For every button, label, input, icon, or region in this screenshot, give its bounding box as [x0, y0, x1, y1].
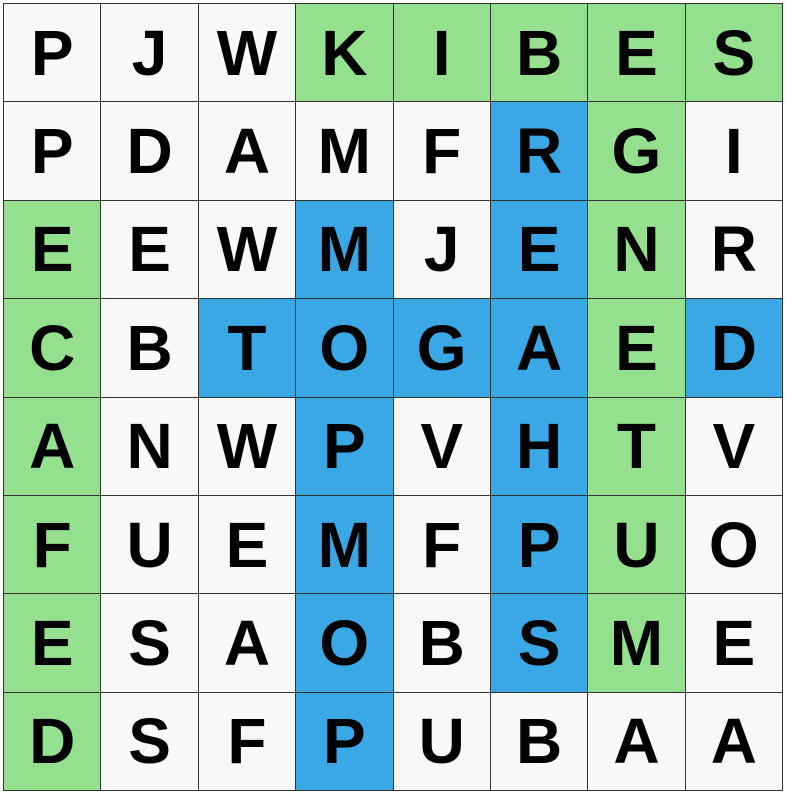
grid-cell-r6-c1[interactable]: F: [4, 495, 102, 595]
grid-cell-r3-c5[interactable]: J: [393, 200, 491, 300]
grid-cell-r4-c4[interactable]: O: [296, 299, 394, 398]
grid-cell-r6-c2[interactable]: U: [101, 495, 199, 595]
grid-cell-r2-c8[interactable]: I: [685, 102, 783, 201]
grid-cell-r5-c7[interactable]: T: [588, 397, 686, 496]
grid-cell-r6-c6[interactable]: P: [490, 495, 589, 595]
grid-cell-r3-c4[interactable]: M: [296, 200, 394, 300]
grid-cell-r5-c6[interactable]: H: [490, 397, 589, 496]
grid-cell-r5-c1[interactable]: A: [4, 397, 102, 496]
grid-cell-r2-c1[interactable]: P: [4, 102, 102, 201]
grid-cell-r7-c5[interactable]: B: [393, 594, 491, 693]
grid-cell-r7-c2[interactable]: S: [101, 594, 199, 693]
grid-cell-r8-c7[interactable]: A: [588, 692, 686, 791]
grid-cell-r5-c3[interactable]: W: [198, 397, 297, 496]
grid-cell-r2-c6[interactable]: R: [490, 102, 589, 201]
grid-cell-r8-c8[interactable]: A: [685, 692, 783, 791]
grid-cell-r8-c3[interactable]: F: [198, 692, 297, 791]
grid-cell-r2-c2[interactable]: D: [101, 102, 199, 201]
grid-cell-r3-c8[interactable]: R: [685, 200, 783, 300]
grid-cell-r4-c1[interactable]: C: [4, 299, 102, 398]
grid-cell-r1-c3[interactable]: W: [198, 4, 297, 103]
grid-cell-r2-c7[interactable]: G: [588, 102, 686, 201]
grid-cell-r3-c2[interactable]: E: [101, 200, 199, 300]
grid-cell-r8-c2[interactable]: S: [101, 692, 199, 791]
grid-cell-r8-c1[interactable]: D: [4, 692, 102, 791]
grid-cell-r6-c7[interactable]: U: [588, 495, 686, 595]
grid-cell-r5-c4[interactable]: P: [296, 397, 394, 496]
grid-cell-r1-c6[interactable]: B: [490, 4, 589, 103]
grid-cell-r7-c1[interactable]: E: [4, 594, 102, 693]
grid-cell-r8-c5[interactable]: U: [393, 692, 491, 791]
grid-cell-r1-c1[interactable]: P: [4, 4, 102, 103]
grid-cell-r3-c3[interactable]: W: [198, 200, 297, 300]
grid-cell-r1-c4[interactable]: K: [296, 4, 394, 103]
grid-cell-r4-c2[interactable]: B: [101, 299, 199, 398]
grid-cell-r8-c6[interactable]: B: [490, 692, 589, 791]
grid-cell-r2-c4[interactable]: M: [296, 102, 394, 201]
grid-cell-r7-c4[interactable]: O: [296, 594, 394, 693]
grid-cell-r2-c5[interactable]: F: [393, 102, 491, 201]
grid-cell-r5-c2[interactable]: N: [101, 397, 199, 496]
grid-cell-r1-c5[interactable]: I: [393, 4, 491, 103]
grid-cell-r6-c5[interactable]: F: [393, 495, 491, 595]
word-search-grid: PJWKIBESPDAMFRGIEEWMJENRCBTOGAEDANWPVHTV…: [3, 3, 783, 791]
grid-cell-r3-c1[interactable]: E: [4, 200, 102, 300]
grid-cell-r3-c7[interactable]: N: [588, 200, 686, 300]
grid-cell-r4-c7[interactable]: E: [588, 299, 686, 398]
grid-cell-r7-c8[interactable]: E: [685, 594, 783, 693]
grid-cell-r1-c8[interactable]: S: [685, 4, 783, 103]
grid-cell-r6-c3[interactable]: E: [198, 495, 297, 595]
grid-cell-r7-c7[interactable]: M: [588, 594, 686, 693]
grid-cell-r7-c6[interactable]: S: [490, 594, 589, 693]
grid-cell-r6-c4[interactable]: M: [296, 495, 394, 595]
grid-cell-r4-c8[interactable]: D: [685, 299, 783, 398]
grid-cell-r3-c6[interactable]: E: [490, 200, 589, 300]
grid-cell-r4-c6[interactable]: A: [490, 299, 589, 398]
grid-cell-r6-c8[interactable]: O: [685, 495, 783, 595]
grid-cell-r1-c2[interactable]: J: [101, 4, 199, 103]
grid-cell-r2-c3[interactable]: A: [198, 102, 297, 201]
grid-cell-r1-c7[interactable]: E: [588, 4, 686, 103]
grid-cell-r4-c5[interactable]: G: [393, 299, 491, 398]
grid-cell-r8-c4[interactable]: P: [296, 692, 394, 791]
grid-cell-r7-c3[interactable]: A: [198, 594, 297, 693]
grid-cell-r4-c3[interactable]: T: [198, 299, 297, 398]
grid-cell-r5-c8[interactable]: V: [685, 397, 783, 496]
grid-cell-r5-c5[interactable]: V: [393, 397, 491, 496]
